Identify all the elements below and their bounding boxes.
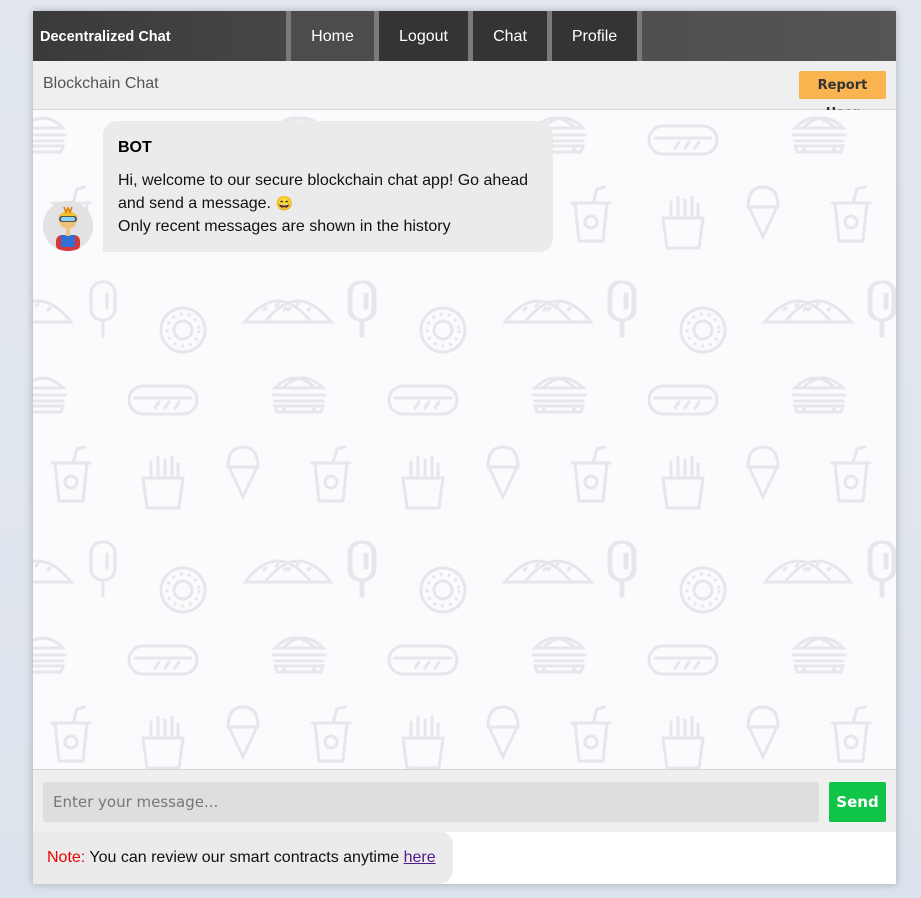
note-label: Note: [47, 849, 86, 866]
bot-message-bubble: BOT Hi, welcome to our secure blockchain… [103, 121, 553, 252]
nav-divider [637, 11, 642, 61]
message-input[interactable] [43, 782, 819, 822]
message-line: and send a message. [118, 195, 271, 212]
nav-chat-link[interactable]: Chat [473, 11, 547, 61]
brand-title: Decentralized Chat [40, 29, 171, 45]
chat-header: Blockchain Chat Report User [33, 61, 896, 121]
message-line: Hi, welcome to our secure blockchain cha… [118, 172, 529, 189]
nav-profile-link[interactable]: Profile [552, 11, 637, 61]
report-user-button[interactable]: Report User [799, 71, 886, 121]
send-button[interactable]: Send [829, 782, 886, 822]
message-history[interactable]: BOT Hi, welcome to our secure blockchain… [33, 110, 896, 769]
nav-home-link[interactable]: Home [291, 11, 374, 61]
message-line: Only recent messages are shown in the hi… [118, 218, 451, 235]
top-navbar: Decentralized Chat Home Logout Chat Prof… [33, 11, 896, 61]
chat-room-title: Blockchain Chat [43, 75, 159, 92]
nav-logout-link[interactable]: Logout [379, 11, 468, 61]
smart-contracts-link[interactable]: here [404, 849, 436, 866]
note-text: You can review our smart contracts anyti… [89, 849, 400, 866]
message-sender: BOT [118, 139, 152, 156]
chat-app-window: Decentralized Chat Home Logout Chat Prof… [33, 11, 896, 884]
bot-avatar-icon [43, 201, 93, 251]
message-line-with-emoji: and send a message. 😄 [118, 192, 543, 215]
grinning-face-emoji-icon: 😄 [275, 195, 293, 211]
message-composer: Send [33, 769, 896, 832]
footer-note: Note: You can review our smart contracts… [33, 831, 453, 884]
message-body: Hi, welcome to our secure blockchain cha… [118, 169, 543, 238]
